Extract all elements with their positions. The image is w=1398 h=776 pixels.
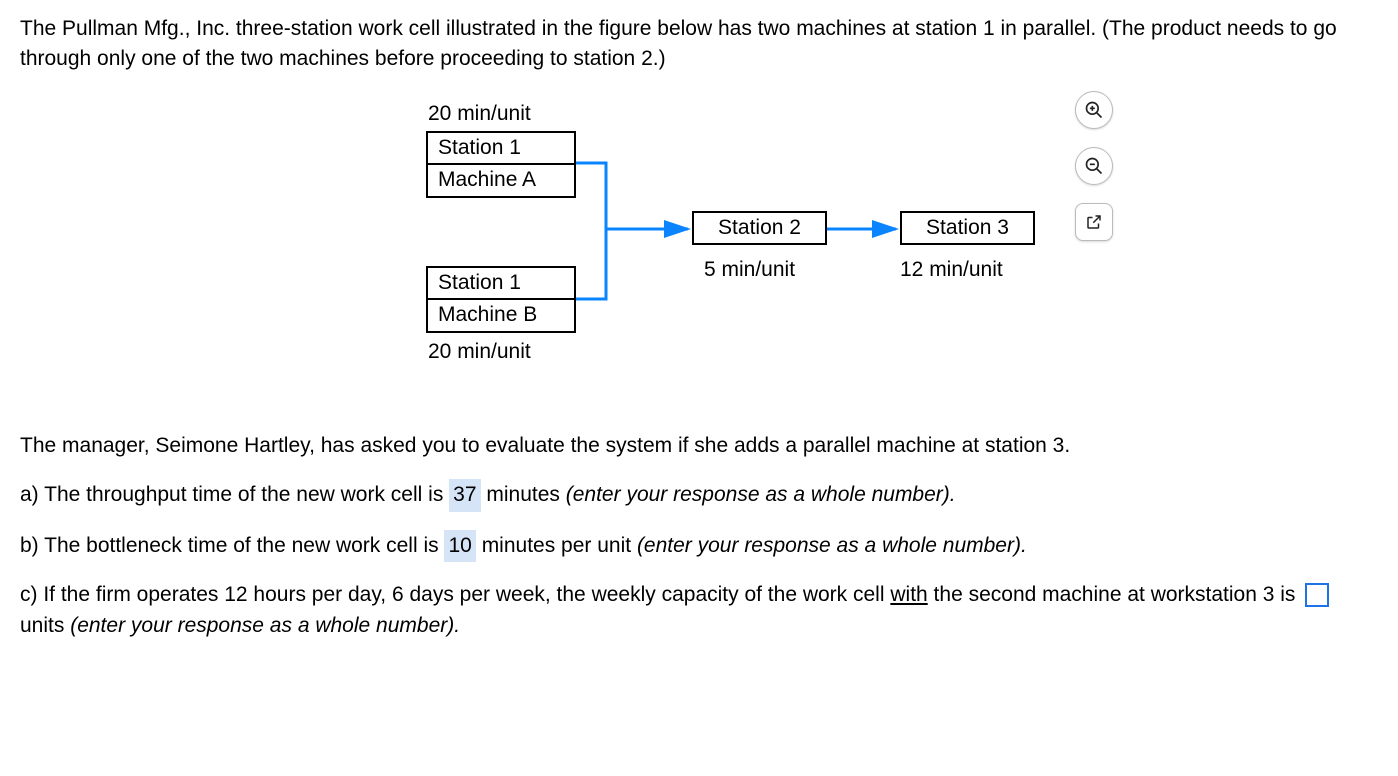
qa-b-pre: b) The bottleneck time of the new work c…	[20, 534, 444, 557]
popout-icon	[1085, 213, 1103, 231]
answer-a-input[interactable]: 37	[449, 479, 480, 511]
problem-intro: The Pullman Mfg., Inc. three-station wor…	[20, 14, 1378, 75]
qa-c-hint: (enter your response as a whole number).	[70, 614, 460, 637]
question-a: a) The throughput time of the new work c…	[20, 479, 1378, 511]
qa-c-post1: units	[20, 614, 70, 637]
qa-c-pre2: the second machine at workstation 3 is	[928, 583, 1302, 606]
qa-b-post1: minutes per unit	[482, 534, 637, 557]
qa-a-hint: (enter your response as a whole number).	[566, 483, 956, 506]
qa-a-pre: a) The throughput time of the new work c…	[20, 483, 449, 506]
answer-c-input[interactable]	[1305, 583, 1329, 607]
qa-b-hint: (enter your response as a whole number).	[637, 534, 1027, 557]
qa-a-post1: minutes	[486, 483, 565, 506]
zoom-in-button[interactable]	[1075, 91, 1113, 129]
question-b: b) The bottleneck time of the new work c…	[20, 530, 1378, 562]
work-cell-diagram: 20 min/unit Station 1 Machine A Station …	[20, 91, 1378, 401]
zoom-out-button[interactable]	[1075, 147, 1113, 185]
zoom-in-icon	[1084, 100, 1104, 120]
zoom-out-icon	[1084, 156, 1104, 176]
popout-button[interactable]	[1075, 203, 1113, 241]
figure-controls	[1075, 91, 1113, 241]
qa-c-with: with	[890, 583, 927, 606]
qa-c-pre1: c) If the firm operates 12 hours per day…	[20, 583, 890, 606]
answer-b-input[interactable]: 10	[444, 530, 475, 562]
manager-prompt: The manager, Seimone Hartley, has asked …	[20, 431, 1378, 461]
flow-lines	[20, 91, 1120, 401]
question-c: c) If the firm operates 12 hours per day…	[20, 580, 1378, 641]
